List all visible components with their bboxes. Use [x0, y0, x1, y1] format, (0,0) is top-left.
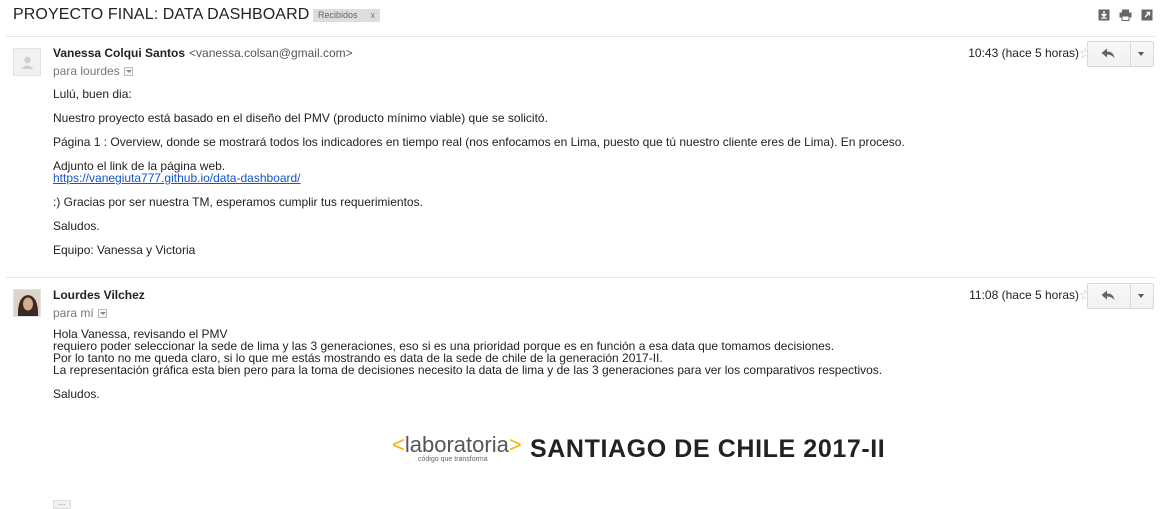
body-paragraph: Nuestro proyecto está basado en el diseñ…	[53, 111, 548, 125]
logo-tagline: código que transforma	[418, 456, 488, 463]
print-icon[interactable]	[1119, 9, 1132, 21]
message-time: 10:43 (hace 5 horas)	[968, 46, 1079, 60]
body-paragraph: Lulú, buen dia:	[53, 87, 132, 101]
recipient-text: para lourdes	[53, 64, 120, 78]
sender-line: Lourdes Vilchez	[53, 288, 145, 302]
body-line: La representación gráfica esta bien pero…	[53, 363, 883, 377]
avatar	[13, 48, 41, 76]
embedded-banner-image: <laboratoria> código que transforma SANT…	[392, 428, 932, 470]
recipient-details-dropdown[interactable]	[97, 309, 107, 318]
profile-photo	[14, 290, 40, 316]
separator-messages	[6, 277, 1155, 278]
reply-button[interactable]	[1088, 284, 1131, 308]
more-actions-dropdown[interactable]	[1129, 284, 1153, 308]
subject-bar: PROYECTO FINAL: DATA DASHBOARD Recibidos…	[0, 0, 1161, 32]
dashboard-link[interactable]: https://vanegiuta777.github.io/data-dash…	[53, 171, 301, 185]
laboratoria-logo: <laboratoria>	[392, 432, 522, 457]
avatar	[13, 289, 41, 317]
body-paragraph: Equipo: Vanessa y Victoria	[53, 243, 196, 257]
recipient-text: para mí	[53, 306, 94, 320]
body-link-line: https://vanegiuta777.github.io/data-dash…	[53, 171, 301, 185]
reply-icon	[1101, 290, 1115, 300]
sender-line: Vanessa Colqui Santos <vanessa.colsan@gma…	[53, 46, 353, 60]
label-chip-text: Recibidos	[318, 10, 358, 20]
body-paragraph: Saludos.	[53, 219, 100, 233]
body-paragraph: Página 1 : Overview, donde se mostrará t…	[53, 135, 905, 149]
download-all-icon[interactable]	[1098, 9, 1110, 21]
sender-email: <vanessa.colsan@gmail.com>	[189, 46, 353, 60]
more-actions-dropdown[interactable]	[1129, 42, 1153, 66]
new-window-icon[interactable]	[1141, 9, 1153, 21]
thread-subject: PROYECTO FINAL: DATA DASHBOARD	[13, 6, 310, 23]
separator-top	[6, 36, 1155, 37]
reply-icon	[1101, 48, 1115, 58]
recipient-details-dropdown[interactable]	[123, 67, 133, 76]
body-paragraph: :) Gracias por ser nuestra TM, esperamos…	[53, 195, 423, 209]
sender-name[interactable]: Lourdes Vilchez	[53, 288, 145, 302]
body-line: Saludos.	[53, 387, 100, 401]
thread-actions	[1098, 9, 1153, 21]
reply-button-group	[1087, 283, 1154, 309]
label-chip-inbox[interactable]: Recibidos x	[313, 9, 381, 22]
label-remove-button[interactable]: x	[371, 10, 376, 20]
recipient-line: para mí	[53, 306, 107, 320]
default-avatar-icon	[21, 56, 34, 69]
message-time: 11:08 (hace 5 horas)	[969, 288, 1079, 302]
reply-button-group	[1087, 41, 1154, 67]
reply-button[interactable]	[1088, 42, 1131, 66]
sender-name[interactable]: Vanessa Colqui Santos	[53, 46, 185, 60]
banner-title: SANTIAGO DE CHILE 2017-II	[530, 435, 886, 463]
show-trimmed-content-button[interactable]: ...	[53, 499, 71, 509]
recipient-line: para lourdes	[53, 64, 133, 78]
